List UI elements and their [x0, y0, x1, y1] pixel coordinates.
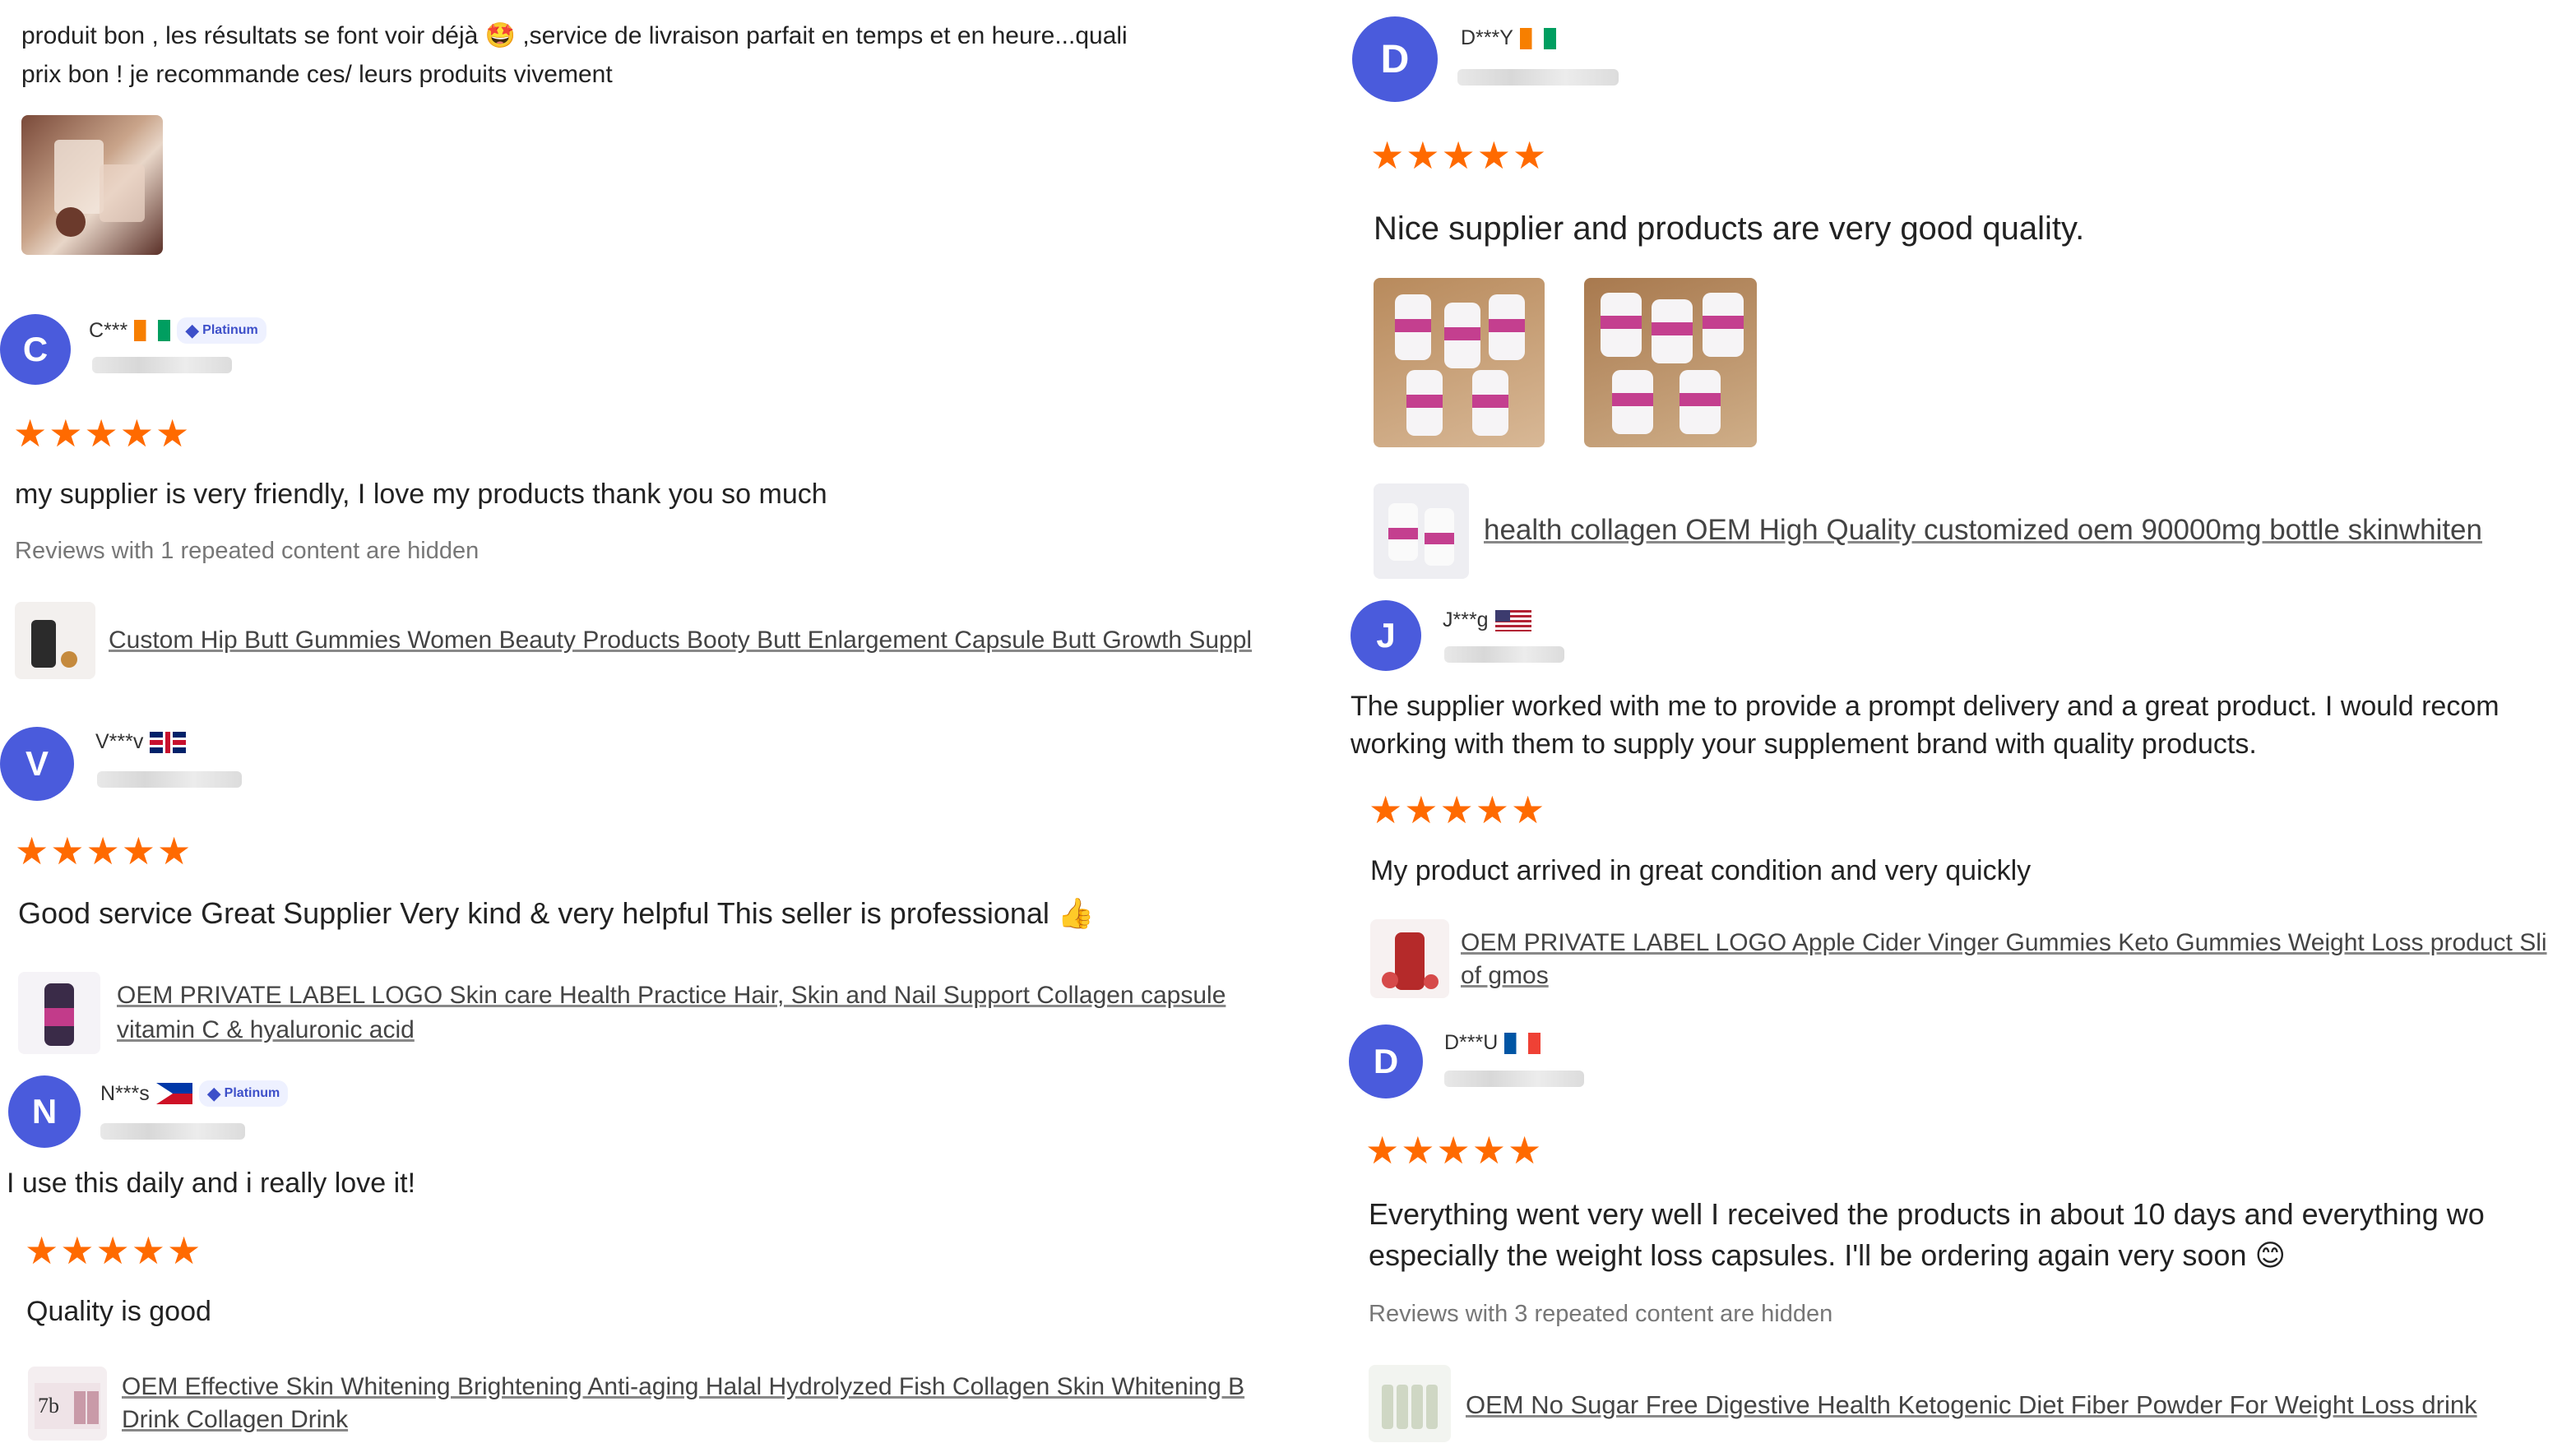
reviewer-name-row: N***s ◆ Platinum	[100, 1080, 289, 1107]
product-link[interactable]: Custom Hip Butt Gummies Women Beauty Pro…	[109, 623, 1351, 658]
review-text-extra: I use this daily and i really love it!	[7, 1168, 416, 1199]
reviewer-name: D***Y	[1461, 26, 1513, 49]
product-link[interactable]: health collagen OEM High Quality customi…	[1484, 513, 2576, 548]
country-flag-icon	[155, 1083, 192, 1104]
review-text: Good service Great Supplier Very kind & …	[18, 896, 1095, 930]
reviewer-name: N***s	[100, 1081, 150, 1105]
rating-stars: ★★★★★	[1370, 134, 1549, 177]
badge-label: Platinum	[202, 323, 258, 337]
reviewer-name: C***	[89, 318, 128, 342]
badge-label: Platinum	[224, 1086, 280, 1100]
reviewer-name-row: V***v	[95, 730, 187, 754]
review-photo[interactable]	[1374, 278, 1545, 447]
svg-text:7b: 7b	[38, 1394, 59, 1418]
reviewer-name: J***g	[1443, 608, 1489, 631]
product-link-line2[interactable]: vitamin C & hyaluronic acid	[117, 1013, 1351, 1048]
rating-stars: ★★★★★	[1365, 1129, 1544, 1172]
product-box-icon: 7b	[35, 1383, 100, 1429]
reviewer-name: D***U	[1444, 1031, 1499, 1054]
product-bottle-icon	[1382, 932, 1439, 990]
review-photo[interactable]	[21, 115, 163, 255]
avatar: C	[0, 314, 71, 385]
review-collage: produit bon , les résultats se font voir…	[0, 0, 2576, 1443]
reviewer-name-row: C*** ◆ Platinum	[89, 317, 266, 344]
country-flag-icon	[1494, 609, 1531, 631]
review-text: Nice supplier and products are very good…	[1374, 210, 2085, 247]
rating-stars: ★★★★★	[25, 1229, 203, 1272]
avatar: V	[0, 727, 74, 801]
country-flag-icon	[134, 320, 171, 341]
avatar: D	[1349, 1024, 1423, 1098]
review-text: especially the weight loss capsules. I'l…	[1369, 1238, 2286, 1272]
reviewer-name: V***v	[95, 730, 144, 753]
review-date-blurred	[92, 357, 232, 373]
product-thumbnail[interactable]: 7b	[28, 1367, 107, 1441]
review-text: prix bon ! je recommande ces/ leurs prod…	[21, 61, 613, 88]
diamond-icon: ◆	[185, 320, 200, 340]
review-photo[interactable]	[1584, 278, 1757, 447]
product-link-line2[interactable]: Drink Collagen Drink	[122, 1403, 1351, 1437]
reviewer-name-row: J***g	[1443, 608, 1531, 632]
product-photo-icon	[1601, 293, 1744, 434]
country-flag-icon	[1519, 27, 1556, 49]
product-bottle-icon	[31, 620, 77, 668]
product-link[interactable]: OEM No Sugar Free Digestive Health Ketog…	[1466, 1388, 2576, 1422]
product-link-line2[interactable]: of gmos	[1461, 959, 2576, 993]
product-thumbnail[interactable]	[1370, 919, 1449, 998]
review-date-blurred	[1444, 646, 1564, 663]
hidden-reviews-note[interactable]: Reviews with 3 repeated content are hidd…	[1369, 1301, 1832, 1328]
review-text: My product arrived in great condition an…	[1370, 855, 2032, 886]
avatar: J	[1351, 600, 1421, 671]
product-thumbnail[interactable]	[1369, 1365, 1451, 1442]
rating-stars: ★★★★★	[15, 830, 193, 872]
review-text: Quality is good	[26, 1296, 211, 1327]
product-thumbnail[interactable]	[15, 602, 95, 679]
product-bottle-icon	[44, 983, 74, 1046]
product-link[interactable]: OEM PRIVATE LABEL LOGO Apple Cider Vinge…	[1461, 926, 2576, 960]
hidden-reviews-note[interactable]: Reviews with 1 repeated content are hidd…	[15, 538, 479, 565]
product-photo-icon	[1395, 294, 1525, 436]
review-date-blurred	[97, 771, 242, 788]
product-thumbnail[interactable]	[1374, 483, 1469, 579]
product-link[interactable]: OEM PRIVATE LABEL LOGO Skin care Health …	[117, 978, 1351, 1013]
product-sachet-icon	[1382, 1385, 1438, 1429]
product-bottle-icon	[1388, 503, 1454, 566]
platinum-badge: ◆ Platinum	[198, 1080, 289, 1107]
country-flag-icon	[1504, 1032, 1541, 1054]
diamond-icon: ◆	[206, 1083, 221, 1103]
review-text-extra: The supplier worked with me to provide a…	[1351, 691, 2500, 722]
avatar: D	[1352, 16, 1438, 102]
avatar: N	[8, 1075, 81, 1148]
product-photo-icon	[54, 140, 145, 237]
review-text-extra: working with them to supply your supplem…	[1351, 728, 2257, 760]
review-text: my supplier is very friendly, I love my …	[15, 479, 827, 510]
product-link[interactable]: OEM Effective Skin Whitening Brightening…	[122, 1370, 1351, 1404]
rating-stars: ★★★★★	[1369, 789, 1547, 831]
product-thumbnail[interactable]	[18, 972, 100, 1054]
review-date-blurred	[1444, 1071, 1584, 1087]
reviewer-name-row: D***U	[1444, 1031, 1541, 1055]
country-flag-icon	[150, 731, 187, 753]
rating-stars: ★★★★★	[13, 412, 192, 455]
review-date-blurred	[1457, 69, 1619, 86]
review-date-blurred	[100, 1123, 245, 1140]
review-text: Everything went very well I received the…	[1369, 1197, 2485, 1231]
reviewer-name-row: D***Y	[1461, 26, 1556, 50]
platinum-badge: ◆ Platinum	[177, 317, 266, 344]
review-text: produit bon , les résultats se font voir…	[21, 22, 1128, 49]
